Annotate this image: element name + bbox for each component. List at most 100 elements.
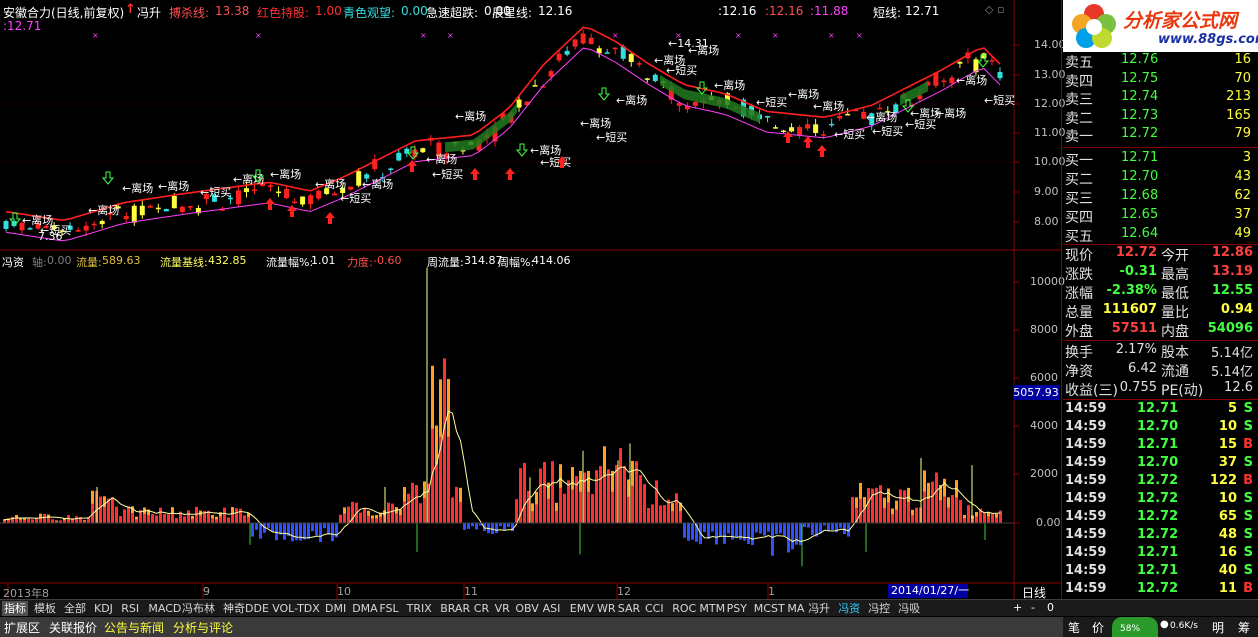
sell-level[interactable]: 卖一 12.72 79 xyxy=(1063,126,1255,145)
volume-bar xyxy=(659,505,662,523)
tab-trades[interactable]: 笔 xyxy=(1068,619,1080,636)
fund-value: 0.755 xyxy=(1119,380,1157,395)
tab-detail[interactable]: 明 xyxy=(1212,619,1224,636)
tab-asi[interactable]: ASI xyxy=(541,601,563,616)
bottom-item-3[interactable]: 分析与评论 xyxy=(173,619,233,636)
buy-arrow-icon xyxy=(817,145,827,157)
tick-row[interactable]: 14:59 12.70 37 S xyxy=(1063,455,1255,473)
candle-body xyxy=(805,124,811,129)
tab-wr[interactable]: WR xyxy=(595,601,618,616)
tab-mcst[interactable]: MCST xyxy=(752,601,787,616)
tick-row[interactable]: 14:59 12.71 16 S xyxy=(1063,545,1255,563)
level-volume: 37 xyxy=(1234,207,1251,222)
tab-mtm[interactable]: MTM xyxy=(697,601,727,616)
volume-bar xyxy=(339,514,342,523)
tab-cr[interactable]: CR xyxy=(472,601,491,616)
volume-bar xyxy=(643,484,646,523)
tab-obv[interactable]: OBV xyxy=(513,601,540,616)
tick-volume: 5 xyxy=(1227,401,1237,416)
candle-body xyxy=(396,152,402,161)
tab-冯升[interactable]: 冯升 xyxy=(806,601,832,616)
tick-side: S xyxy=(1243,509,1253,524)
header-item-label: 青色观望: xyxy=(343,6,396,20)
tab-全部[interactable]: 全部 xyxy=(62,601,88,616)
candle-body xyxy=(949,77,955,84)
volume-bar xyxy=(931,481,934,523)
tick-row[interactable]: 14:59 12.71 5 S xyxy=(1063,401,1255,419)
tab-chips[interactable]: 筹 xyxy=(1238,619,1250,636)
tick-row[interactable]: 14:59 12.71 15 B xyxy=(1063,437,1255,455)
tab-神奇dde[interactable]: 神奇DDE xyxy=(221,601,271,616)
buy-level[interactable]: 买三 12.68 62 xyxy=(1063,188,1255,207)
tab-dmi[interactable]: DMI xyxy=(323,601,348,616)
time-axis-label: 12 xyxy=(617,585,631,598)
buy-level[interactable]: 买二 12.70 43 xyxy=(1063,169,1255,188)
volume-bar xyxy=(619,448,622,523)
level-label: 买二 xyxy=(1065,172,1093,188)
volume-bar xyxy=(175,518,178,523)
volume-bar xyxy=(251,523,254,537)
bottom-item-1[interactable]: 关联报价 xyxy=(49,619,97,636)
volume-bar xyxy=(727,523,730,534)
indicator-label: 轴: xyxy=(32,256,47,269)
tick-row[interactable]: 14:59 12.72 10 S xyxy=(1063,491,1255,509)
tab-price[interactable]: 价 xyxy=(1092,619,1104,636)
stat-row: 涨幅 -2.38% 最低 12.55 xyxy=(1063,283,1255,302)
tab-cci[interactable]: CCI xyxy=(643,601,666,616)
tab-模板[interactable]: 模板 xyxy=(32,601,58,616)
tick-row[interactable]: 14:59 12.71 40 S xyxy=(1063,563,1255,581)
indicator-label: 流量幅%: xyxy=(266,256,314,269)
level-label: 卖二 xyxy=(1065,110,1093,127)
tab-冯控[interactable]: 冯控 xyxy=(866,601,892,616)
sell-level[interactable]: 卖三 12.74 213 xyxy=(1063,89,1255,108)
sell-level[interactable]: 卖四 12.75 70 xyxy=(1063,71,1255,90)
tick-row[interactable]: 14:59 12.70 10 S xyxy=(1063,419,1255,437)
tab-dma[interactable]: DMA xyxy=(350,601,380,616)
tick-row[interactable]: 14:59 12.72 65 S xyxy=(1063,509,1255,527)
tab-control-plus-icon[interactable]: + xyxy=(1013,601,1022,614)
tab-冯资[interactable]: 冯资 xyxy=(836,601,862,616)
buy-level[interactable]: 买一 12.71 3 xyxy=(1063,150,1255,169)
tab-emv[interactable]: EMV xyxy=(568,601,596,616)
tab-指标[interactable]: 指标 xyxy=(2,601,28,616)
tab-sar[interactable]: SAR xyxy=(616,601,642,616)
level-label: 卖三 xyxy=(1065,92,1093,108)
tab-roc[interactable]: ROC xyxy=(670,601,698,616)
tab-macd[interactable]: MACD xyxy=(146,601,183,616)
tab-rsi[interactable]: RSI xyxy=(119,601,141,616)
tab-vol-tdx[interactable]: VOL-TDX xyxy=(270,601,322,616)
volume-bar xyxy=(711,523,714,532)
tab-ma[interactable]: MA xyxy=(785,601,806,616)
tab-冯布林[interactable]: 冯布林 xyxy=(180,601,217,616)
indicator-label: 冯资 xyxy=(2,256,24,269)
tab-control-zero-icon[interactable]: 0 xyxy=(1047,601,1054,614)
sell-level[interactable]: 卖五 12.76 16 xyxy=(1063,52,1255,71)
tick-row[interactable]: 14:59 12.72 11 B xyxy=(1063,581,1255,599)
volume-bar xyxy=(851,496,854,523)
buy-level[interactable]: 买五 12.64 49 xyxy=(1063,226,1255,245)
volume-bar xyxy=(43,513,46,523)
tab-fsl[interactable]: FSL xyxy=(377,601,400,616)
stat-row: 总量 111607 量比 0.94 xyxy=(1063,302,1255,321)
sell-level[interactable]: 卖二 12.73 165 xyxy=(1063,108,1255,127)
tab-trix[interactable]: TRIX xyxy=(405,601,434,616)
tick-row[interactable]: 14:59 12.72 48 S xyxy=(1063,527,1255,545)
volume-axis-label: 0.00 xyxy=(1036,516,1061,529)
tab-psy[interactable]: PSY xyxy=(725,601,749,616)
bottom-item-2[interactable]: 公告与新闻 xyxy=(104,619,164,636)
volume-bar-top xyxy=(855,497,858,508)
tab-kdj[interactable]: KDJ xyxy=(92,601,115,616)
volume-bar xyxy=(751,523,754,546)
window-controls-icon[interactable]: ◇ ▫ xyxy=(985,3,1004,16)
volume-bar-top xyxy=(215,516,218,520)
volume-bar xyxy=(807,523,810,528)
tick-row[interactable]: 14:59 12.72 122 B xyxy=(1063,473,1255,491)
tab-brar[interactable]: BRAR xyxy=(438,601,472,616)
bottom-item-0[interactable]: 扩展区 xyxy=(4,619,40,636)
tab-control-minus-icon[interactable]: - xyxy=(1031,601,1035,614)
tab-冯吸[interactable]: 冯吸 xyxy=(896,601,922,616)
tab-vr[interactable]: VR xyxy=(493,601,512,616)
tick-price: 12.72 xyxy=(1137,581,1179,596)
tick-volume: 122 xyxy=(1209,473,1237,488)
buy-level[interactable]: 买四 12.65 37 xyxy=(1063,207,1255,226)
